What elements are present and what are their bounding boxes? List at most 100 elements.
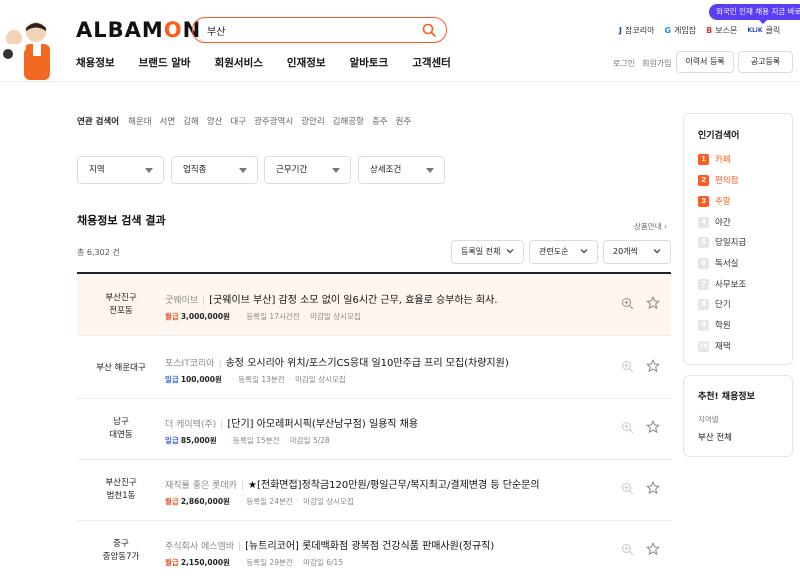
partner-links: J 잡코리아 G 게임잡 B 보스몬 KLiK 클릭: [619, 25, 780, 36]
nav-jobs[interactable]: 채용정보: [76, 55, 115, 70]
search-icon[interactable]: [422, 23, 436, 37]
foreign-talent-promo-badge[interactable]: 외국인 인재 채용 지금 바로!: [709, 4, 800, 20]
star-icon[interactable]: [646, 420, 660, 434]
rank-badge: 4: [698, 217, 709, 228]
job-row[interactable]: 남구대연동 더 케이텍(주)|[단기] 아모레퍼시픽(부산남구점) 일용직 채용…: [77, 398, 671, 460]
partner-klik[interactable]: KLiK 클릭: [747, 25, 780, 36]
login-link[interactable]: 로그인: [613, 58, 635, 69]
nav-member-service[interactable]: 회원서비스: [215, 55, 263, 70]
job-title[interactable]: [뉴트리코어] 롯데백화점 광복점 건강식품 판매사원(정규직): [245, 541, 494, 552]
rank-badge: 8: [698, 299, 709, 310]
zoom-in-icon[interactable]: [621, 543, 634, 556]
pay-type: 일급: [165, 436, 179, 445]
star-icon[interactable]: [646, 296, 660, 310]
job-company-title[interactable]: 재직률 좋은 롯데카|★[전화면접]정착금120만원/평일근무/복지최고/결제변…: [165, 476, 540, 491]
related-keyword[interactable]: 서면: [160, 115, 176, 127]
nav-talent[interactable]: 인재정보: [287, 55, 326, 70]
job-location: 중구중앙동7가: [77, 520, 165, 579]
page-size-select[interactable]: 20개씩: [603, 240, 671, 264]
partner-bossmon[interactable]: B 보스몬: [706, 25, 737, 36]
date-filter-select[interactable]: 등록일 전체: [451, 240, 524, 264]
sort-order-select[interactable]: 관련도순: [529, 240, 598, 264]
company-name[interactable]: 굿웨이브: [165, 296, 198, 306]
related-keyword[interactable]: 대구: [230, 115, 246, 127]
related-keyword[interactable]: 김해: [183, 115, 199, 127]
popular-item[interactable]: 9학원: [698, 319, 731, 331]
job-row[interactable]: 중구중앙동7가 주식회사 에스엠바|[뉴트리코어] 롯데백화점 광복점 건강식품…: [77, 520, 671, 579]
job-company-title[interactable]: 굿웨이브|[굿웨이브 부산] 감정 소모 없이 일6시간 근무, 효율로 승부하…: [165, 291, 498, 306]
posted-time: 등록일 29분전: [246, 558, 292, 567]
filter-region-dropdown[interactable]: 지역: [77, 156, 164, 184]
job-title[interactable]: ★[전화면접]정착금120만원/평일근무/복지최고/결제변경 등 단순문의: [248, 480, 540, 491]
related-keyword[interactable]: 해운대: [128, 115, 151, 127]
post-job-button[interactable]: 공고등록: [738, 51, 793, 73]
recommend-subtitle: 지역별: [698, 414, 719, 425]
job-company-title[interactable]: 포스IT코리아|송정 오시리아 위치/포스기CS응대 일10만주급 프리 모집(…: [165, 354, 509, 369]
company-name[interactable]: 재직률 좋은 롯데카: [165, 481, 237, 491]
filter-label: 근무기간: [276, 165, 307, 175]
related-keyword[interactable]: 충주: [372, 115, 388, 127]
albamon-logo[interactable]: ALBAMON: [76, 18, 201, 42]
job-row[interactable]: 부산 해운대구 포스IT코리아|송정 오시리아 위치/포스기CS응대 일10만주…: [77, 337, 671, 399]
job-row[interactable]: 부산진구범천1동 재직률 좋은 롯데카|★[전화면접]정착금120만원/평일근무…: [77, 459, 671, 521]
job-row[interactable]: 부산진구전포동 굿웨이브|[굿웨이브 부산] 감정 소모 없이 일6시간 근무,…: [77, 274, 671, 336]
nav-albatalk[interactable]: 알바토크: [350, 55, 389, 70]
related-keyword[interactable]: 양산: [207, 115, 223, 127]
job-title[interactable]: [굿웨이브 부산] 감정 소모 없이 일6시간 근무, 효율로 승부하는 회사.: [209, 295, 497, 306]
star-icon[interactable]: [646, 359, 660, 373]
popular-item[interactable]: 7사무보조: [698, 278, 746, 290]
recommend-region-link[interactable]: 부산 전체: [698, 431, 732, 443]
popular-item[interactable]: 4야간: [698, 216, 731, 228]
product-guide-link[interactable]: 상품안내 ›: [634, 221, 667, 232]
company-name[interactable]: 더 케이텍(주): [165, 420, 216, 430]
company-name[interactable]: 주식회사 에스엠바: [165, 542, 234, 552]
partner-jobkorea[interactable]: J 잡코리아: [619, 25, 654, 36]
signup-link[interactable]: 회원가입: [642, 58, 671, 69]
posted-time: 등록일 13분전: [238, 375, 284, 384]
popular-item[interactable]: 3주말: [698, 195, 731, 207]
deadline: 마감일 상시모집: [310, 312, 361, 321]
related-keyword[interactable]: 광주광역시: [254, 115, 293, 127]
popular-item[interactable]: 8단기: [698, 298, 731, 310]
zoom-in-icon[interactable]: [621, 482, 634, 495]
nav-customer-center[interactable]: 고객센터: [412, 55, 451, 70]
recommend-title: 추천! 채용정보: [698, 389, 755, 402]
popular-item[interactable]: 10재택: [698, 340, 731, 352]
partner-label: 게임잡: [674, 25, 696, 36]
search-input[interactable]: [207, 22, 417, 38]
star-icon[interactable]: [646, 542, 660, 556]
result-title: 채용정보 검색 결과: [77, 212, 166, 228]
popular-item[interactable]: 2편의점: [698, 174, 738, 186]
company-name[interactable]: 포스IT코리아: [165, 359, 215, 369]
select-value: 관련도순: [539, 247, 568, 256]
jobkorea-icon: J: [619, 26, 622, 35]
partner-label: 클릭: [766, 25, 781, 36]
job-location: 남구대연동: [77, 398, 165, 460]
popular-item[interactable]: 5당일지급: [698, 236, 746, 248]
job-company-title[interactable]: 더 케이텍(주)|[단기] 아모레퍼시픽(부산남구점) 일용직 채용: [165, 415, 418, 430]
pay-type: 일급: [165, 375, 179, 384]
deadline: 마감일 상시모집: [303, 497, 354, 506]
related-keyword[interactable]: 광안리: [301, 115, 324, 127]
job-company-title[interactable]: 주식회사 에스엠바|[뉴트리코어] 롯데백화점 광복점 건강식품 판매사원(정규…: [165, 537, 494, 552]
nav-brand-alba[interactable]: 브랜드 알바: [139, 55, 191, 70]
star-icon[interactable]: [646, 481, 660, 495]
zoom-in-icon[interactable]: [621, 421, 634, 434]
resume-register-button[interactable]: 이력서 등록: [676, 51, 734, 73]
job-meta: 월급2,150,000원·등록일 29분전·마감일 6/15: [165, 557, 343, 568]
job-location: 부산진구전포동: [77, 274, 165, 336]
job-title[interactable]: [단기] 아모레퍼시픽(부산남구점) 일용직 채용: [227, 419, 418, 430]
popular-item[interactable]: 6독서실: [698, 257, 738, 269]
zoom-in-icon[interactable]: [621, 297, 634, 310]
filter-period-dropdown[interactable]: 근무기간: [264, 156, 351, 184]
filter-detail-dropdown[interactable]: 상세조건: [358, 156, 445, 184]
partner-gamejob[interactable]: G 게임잡: [664, 25, 696, 36]
related-keyword[interactable]: 김해공항: [333, 115, 364, 127]
job-title[interactable]: 송정 오시리아 위치/포스기CS응대 일10만주급 프리 모집(차량지원): [226, 358, 509, 369]
caret-down-icon: [426, 168, 434, 173]
filter-category-dropdown[interactable]: 업직종: [171, 156, 258, 184]
rank-badge: 1: [698, 154, 709, 165]
popular-item[interactable]: 1카페: [698, 153, 731, 165]
related-keyword[interactable]: 원주: [396, 115, 412, 127]
zoom-in-icon[interactable]: [621, 360, 634, 373]
